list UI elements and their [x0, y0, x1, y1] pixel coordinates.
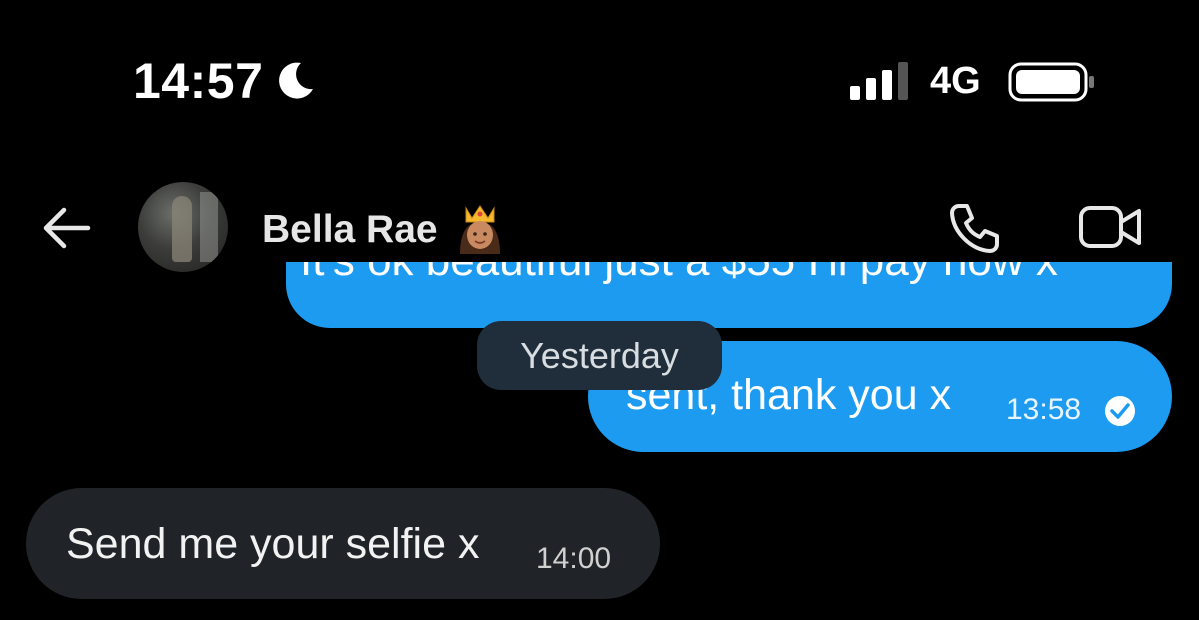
received-message-time: 14:00: [536, 542, 612, 575]
status-time: 14:57: [133, 52, 317, 110]
sent-message-time: 13:58: [1006, 393, 1082, 426]
avatar-photo-figure: [172, 196, 192, 262]
moon-icon: [279, 62, 314, 99]
previous-message-bubble[interactable]: It's ok beautiful just a $55 I'll pay no…: [286, 262, 1172, 328]
received-message-bubble[interactable]: Send me your selfie x 14:00: [26, 488, 660, 599]
video-call-icon[interactable]: [1076, 200, 1144, 256]
signal-strength-icon: [850, 62, 908, 100]
date-separator: Yesterday: [477, 321, 722, 390]
contact-name-text: Bella Rae: [262, 208, 438, 251]
contact-name[interactable]: Bella Rae: [262, 204, 506, 256]
phone-call-icon[interactable]: [945, 198, 1005, 258]
previous-message-text: It's ok beautiful just a $55 I'll pay no…: [300, 262, 1160, 286]
status-bar: 14:57 4G: [0, 0, 1199, 140]
avatar-photo-detail: [200, 192, 218, 262]
princess-emoji-icon: [459, 205, 500, 254]
received-message-text: Send me your selfie x: [66, 520, 480, 568]
status-time-text: 14:57: [133, 53, 264, 109]
back-arrow-icon[interactable]: [38, 200, 94, 256]
battery-icon: [1008, 62, 1094, 102]
read-receipt-check-icon: [1105, 396, 1135, 426]
avatar[interactable]: [138, 182, 228, 272]
network-type-label: 4G: [930, 60, 981, 102]
